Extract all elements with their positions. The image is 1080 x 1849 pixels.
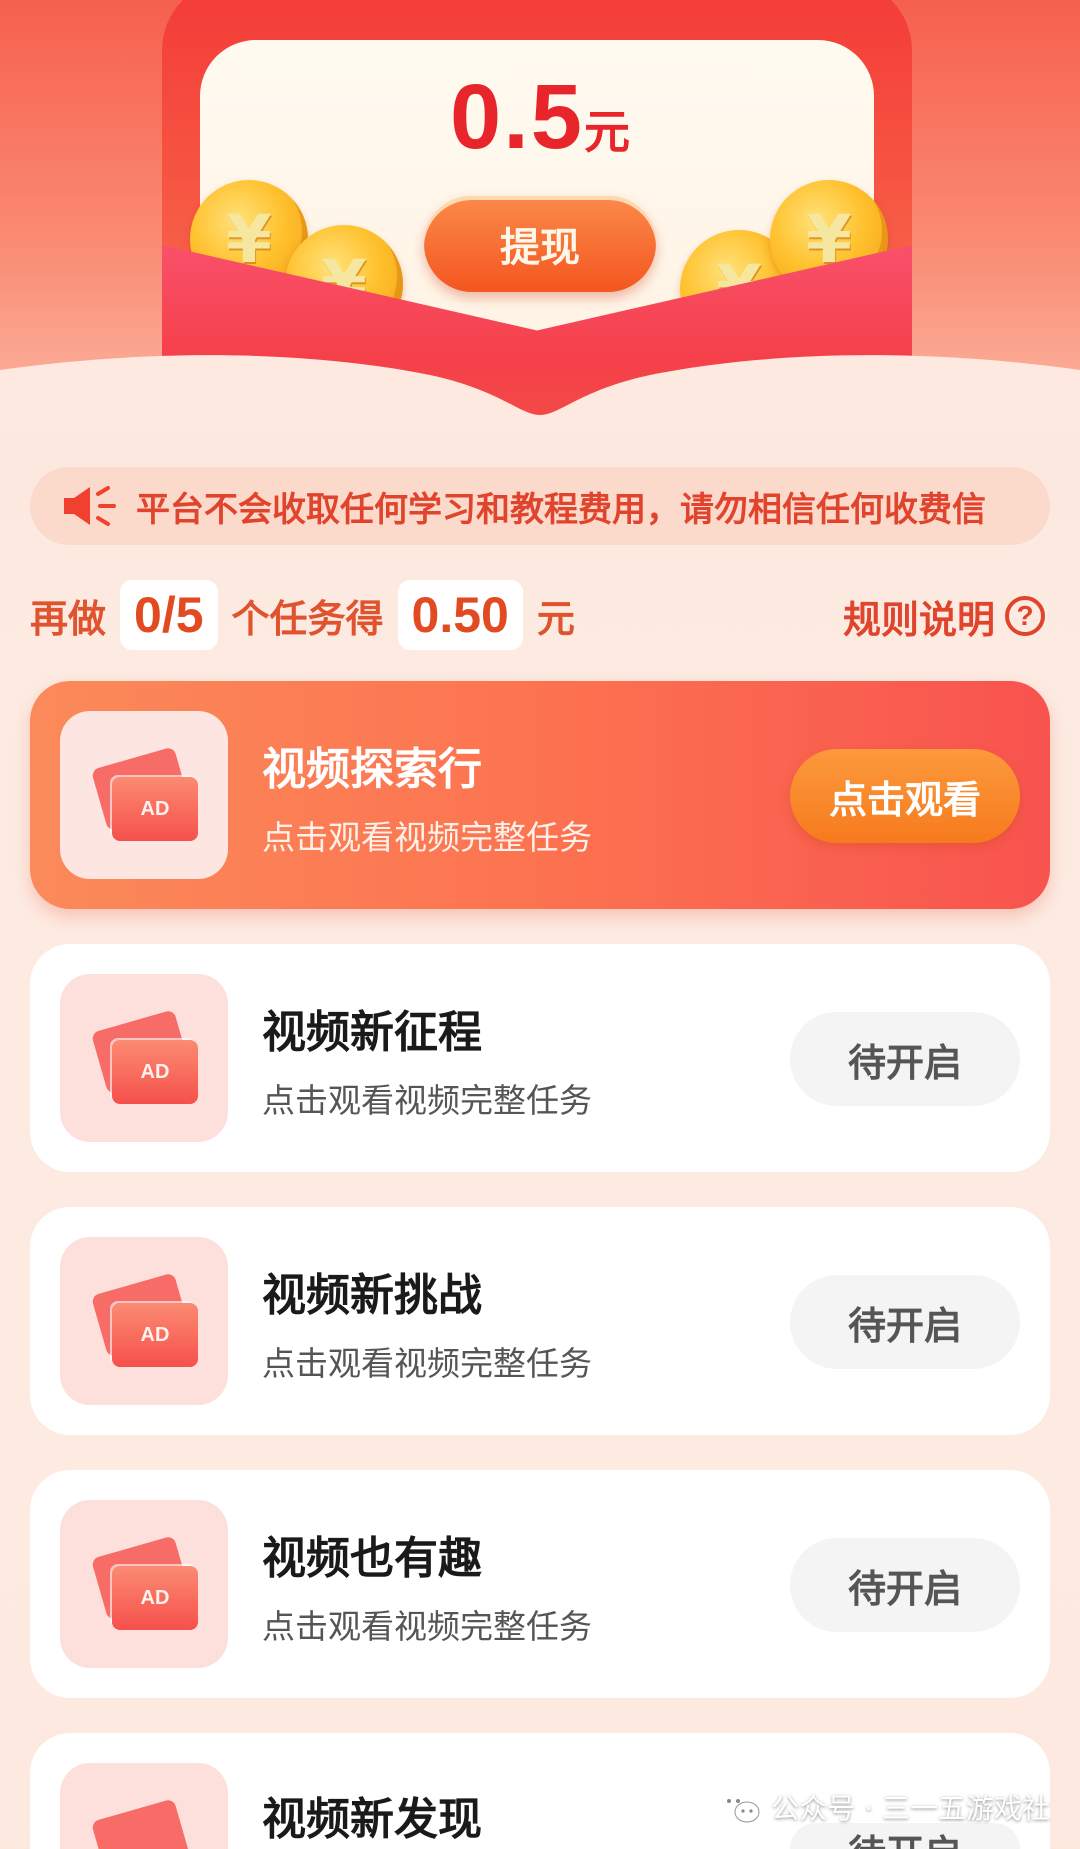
help-icon: ?: [1005, 596, 1045, 636]
task-title: 视频新征程: [262, 1007, 482, 1058]
reward-amount-value: 0.5: [450, 66, 584, 168]
pending-button[interactable]: 待开启: [790, 1538, 1020, 1632]
task-title: 视频也有趣: [262, 1533, 482, 1584]
ad-icon: AD: [60, 1237, 228, 1405]
progress-suffix: 元: [536, 596, 575, 641]
task-subtitle: 点击观看视频完整任务: [262, 818, 592, 857]
wechat-icon: [719, 1791, 760, 1823]
ad-label: AD: [112, 1040, 198, 1104]
ad-icon: AD: [60, 974, 228, 1142]
ad-label: AD: [112, 777, 198, 841]
task-progress: 再做 0/5 个任务得 0.50 元: [30, 578, 575, 652]
task-title: 视频新发现: [262, 1794, 482, 1845]
ad-icon: [60, 1763, 228, 1849]
task-subtitle: 点击观看视频完整任务: [262, 1081, 592, 1120]
speaker-icon: [64, 486, 116, 526]
ad-label: AD: [112, 1303, 198, 1367]
task-card[interactable]: AD 视频也有趣 点击观看视频完整任务 待开启: [30, 1470, 1050, 1698]
task-card[interactable]: AD 视频新征程 点击观看视频完整任务 待开启: [30, 944, 1050, 1172]
watermark: 公众号 · 三一五游戏社: [717, 1785, 1050, 1829]
progress-count: 0/5: [120, 580, 218, 650]
progress-reward: 0.50: [397, 580, 523, 650]
ad-icon: AD: [60, 1500, 228, 1668]
withdraw-button[interactable]: 提现: [424, 196, 656, 292]
task-card[interactable]: AD 视频新挑战 点击观看视频完整任务 待开启: [30, 1207, 1050, 1435]
progress-middle: 个任务得: [231, 596, 384, 641]
reward-header: 0.5元 ¥ ¥ ¥ ¥ 提现: [0, 0, 1080, 430]
task-title: 视频探索行: [262, 744, 482, 795]
task-subtitle: 点击观看视频完整任务: [262, 1607, 592, 1646]
notice-text: 平台不会收取任何学习和教程费用，请勿相信任何收费信: [136, 489, 986, 530]
watch-button[interactable]: 点击观看: [790, 749, 1020, 843]
pending-button[interactable]: 待开启: [790, 1012, 1020, 1106]
ad-icon: AD: [60, 711, 228, 879]
reward-amount-unit: 元: [583, 105, 630, 159]
pending-button[interactable]: 待开启: [790, 1275, 1020, 1369]
task-subtitle: 点击观看视频完整任务: [262, 1344, 592, 1383]
task-title: 视频新挑战: [262, 1270, 482, 1321]
header-wave: [0, 355, 1080, 430]
watermark-text: 公众号 · 三一五游戏社: [771, 1792, 1050, 1825]
rules-label: 规则说明: [842, 597, 995, 642]
ad-label: AD: [112, 1566, 198, 1630]
notice-bar: 平台不会收取任何学习和教程费用，请勿相信任何收费信: [30, 467, 1050, 545]
ad-card-back: [90, 1798, 192, 1849]
progress-prefix: 再做: [30, 596, 107, 641]
task-card[interactable]: AD 视频探索行 点击观看视频完整任务 点击观看: [30, 681, 1050, 909]
rules-link[interactable]: 规则说明 ?: [843, 586, 1045, 646]
reward-amount: 0.5元: [0, 65, 1080, 170]
